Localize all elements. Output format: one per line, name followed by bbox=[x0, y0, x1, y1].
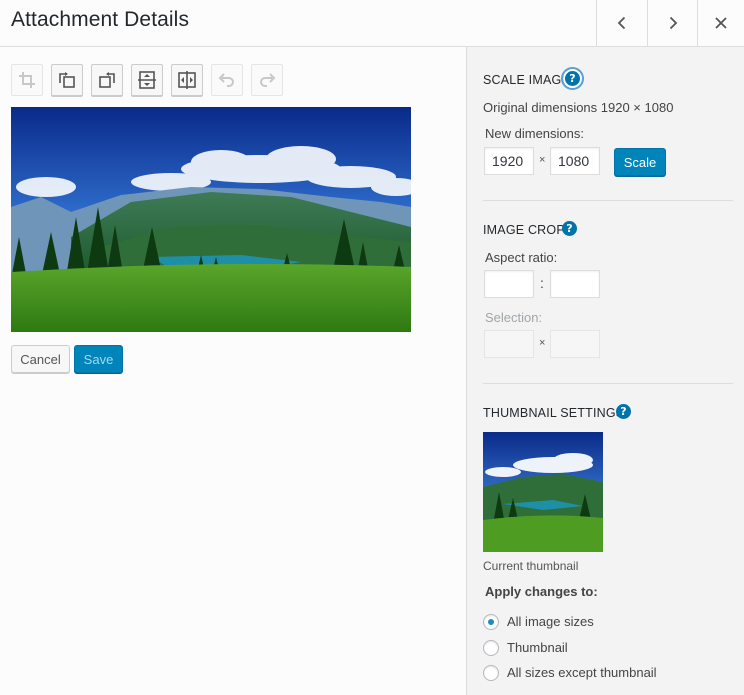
aspect-ratio-height-input[interactable] bbox=[550, 270, 600, 298]
flip-vertical-button[interactable] bbox=[131, 64, 163, 96]
previous-button[interactable] bbox=[596, 0, 646, 46]
flip-horizontal-button[interactable] bbox=[171, 64, 203, 96]
divider bbox=[483, 200, 733, 201]
redo-button[interactable] bbox=[251, 64, 283, 96]
thumbnail-settings-heading: Thumbnail Settings bbox=[483, 406, 625, 420]
scale-image-heading: Scale Image bbox=[483, 73, 570, 87]
divider bbox=[483, 383, 733, 384]
aspect-ratio-width-input[interactable] bbox=[484, 270, 534, 298]
save-button[interactable]: Save bbox=[74, 345, 123, 373]
close-icon bbox=[715, 17, 727, 29]
rotate-right-icon bbox=[99, 72, 115, 88]
chevron-left-icon bbox=[617, 16, 625, 30]
crop-help-icon[interactable]: ? bbox=[562, 221, 577, 236]
close-button[interactable] bbox=[697, 0, 744, 46]
thumbnail-photo bbox=[483, 432, 603, 552]
image-crop-heading: Image Crop bbox=[483, 223, 565, 237]
radio-label-thumbnail[interactable]: Thumbnail bbox=[507, 640, 568, 655]
radio-all-image-sizes[interactable] bbox=[483, 614, 499, 630]
flip-horizontal-icon bbox=[178, 71, 196, 89]
aspect-ratio-separator: : bbox=[540, 275, 544, 291]
cancel-button[interactable]: Cancel bbox=[11, 345, 70, 373]
crop-button[interactable] bbox=[11, 64, 43, 96]
landscape-photo bbox=[11, 107, 411, 332]
rotate-right-button[interactable] bbox=[91, 64, 123, 96]
current-thumbnail-caption: Current thumbnail bbox=[483, 559, 579, 573]
radio-label-all-image-sizes[interactable]: All image sizes bbox=[507, 614, 594, 629]
scale-height-input[interactable] bbox=[550, 147, 600, 175]
scale-times-sign: × bbox=[539, 154, 546, 166]
rotate-left-button[interactable] bbox=[51, 64, 83, 96]
selection-height-input[interactable] bbox=[550, 330, 600, 358]
page-title: Attachment Details bbox=[11, 8, 190, 31]
radio-all-except-thumbnail[interactable] bbox=[483, 665, 499, 681]
undo-icon bbox=[218, 73, 234, 87]
thumbnail-help-icon[interactable]: ? bbox=[616, 404, 631, 419]
image-edit-settings-panel: Scale Image ? Original dimensions 1920 ×… bbox=[466, 47, 744, 695]
crop-icon bbox=[19, 72, 35, 88]
modal-header: Attachment Details bbox=[0, 0, 744, 47]
flip-vertical-icon bbox=[138, 71, 156, 89]
selection-times-sign: × bbox=[539, 337, 546, 349]
radio-thumbnail[interactable] bbox=[483, 640, 499, 656]
new-dimensions-label: New dimensions: bbox=[485, 126, 584, 141]
selection-width-input[interactable] bbox=[484, 330, 534, 358]
current-thumbnail-image bbox=[483, 432, 603, 552]
image-preview[interactable] bbox=[11, 107, 411, 332]
apply-changes-label: Apply changes to: bbox=[485, 584, 598, 599]
radio-label-all-except-thumbnail[interactable]: All sizes except thumbnail bbox=[507, 665, 657, 680]
chevron-right-icon bbox=[669, 16, 677, 30]
aspect-ratio-label: Aspect ratio: bbox=[485, 250, 558, 265]
next-button[interactable] bbox=[647, 0, 697, 46]
scale-button[interactable]: Scale bbox=[614, 148, 666, 176]
selection-label: Selection: bbox=[485, 310, 543, 325]
scale-width-input[interactable] bbox=[484, 147, 534, 175]
undo-button[interactable] bbox=[211, 64, 243, 96]
rotate-left-icon bbox=[59, 72, 75, 88]
original-dimensions: Original dimensions 1920 × 1080 bbox=[483, 100, 674, 115]
scale-help-icon[interactable]: ? bbox=[561, 67, 584, 90]
redo-icon bbox=[260, 73, 276, 87]
